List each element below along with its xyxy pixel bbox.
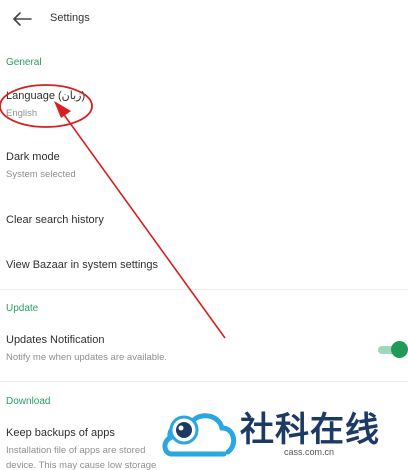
watermark-text: 社科在线 [240, 410, 380, 450]
section-header-update: Update [6, 303, 39, 314]
clear-search-history-setting[interactable]: Clear search history [6, 214, 408, 226]
watermark-logo: 社科在线 cass.com.cn [162, 402, 408, 470]
section-divider [0, 381, 408, 382]
dark-mode-value: System selected [6, 169, 76, 180]
dark-mode-title: Dark mode [6, 151, 60, 163]
section-header-general: General [6, 57, 42, 68]
arrow-left-icon[interactable] [12, 11, 32, 27]
page-title: Settings [50, 12, 90, 24]
updates-notification-toggle[interactable] [378, 341, 408, 359]
language-value: English [6, 108, 38, 119]
updates-notification-setting[interactable]: Updates Notification Notify me when upda… [6, 334, 408, 363]
language-setting[interactable]: Language (زبان) English [6, 89, 408, 119]
dark-mode-setting[interactable]: Dark mode System selected [6, 151, 408, 180]
clear-search-history-title: Clear search history [6, 214, 104, 226]
watermark-url: cass.com.cn [284, 447, 335, 457]
section-divider [0, 289, 408, 290]
language-title: Language (زبان) [6, 90, 86, 102]
updates-notification-title: Updates Notification [6, 334, 105, 346]
updates-notification-description: Notify me when updates are available. [6, 352, 168, 363]
section-header-download: Download [6, 396, 51, 407]
view-in-system-settings[interactable]: View Bazaar in system settings [6, 259, 408, 271]
top-app-bar: Settings [0, 0, 408, 38]
view-in-system-settings-title: View Bazaar in system settings [6, 259, 159, 271]
toggle-knob [391, 341, 408, 358]
annotation-overlay [0, 84, 226, 339]
cloud-logo-icon [162, 413, 237, 457]
